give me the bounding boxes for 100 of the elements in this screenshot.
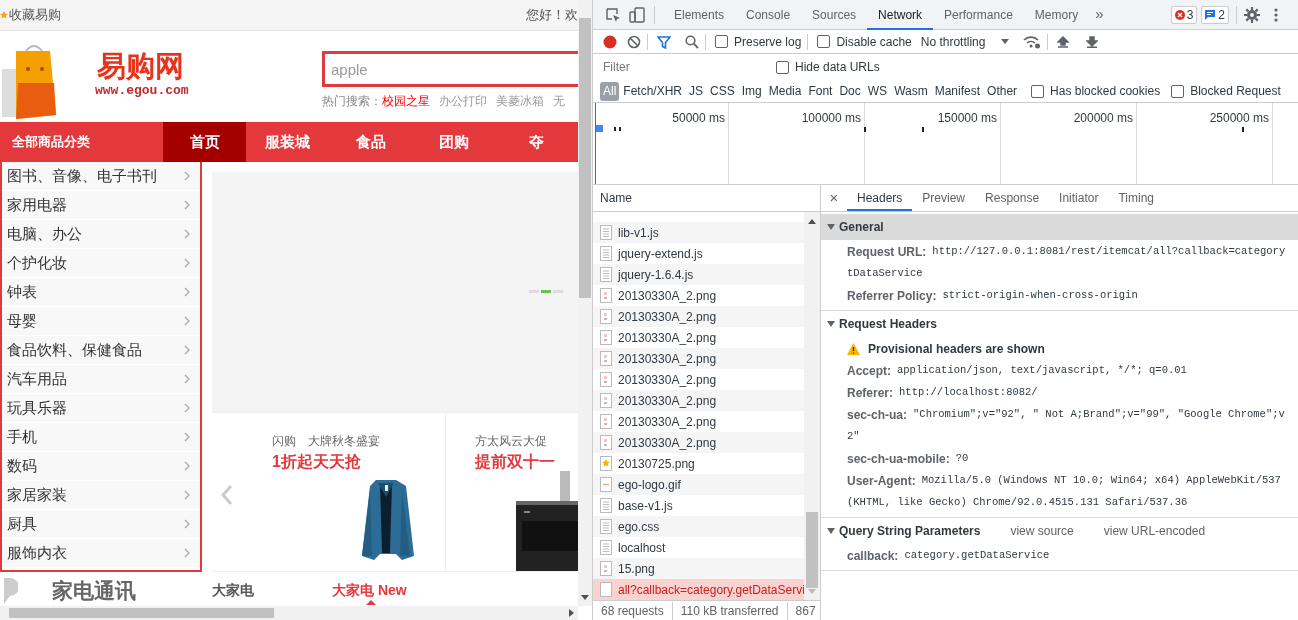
section-title[interactable]: General (839, 218, 884, 236)
request-row[interactable]: 20130330A_2.png (593, 432, 804, 453)
messages-badge[interactable]: 2 (1201, 5, 1229, 24)
floor-tab[interactable]: 大家电 New (332, 580, 407, 601)
devtools-tab[interactable]: Memory (1023, 0, 1090, 30)
section-title[interactable]: Request Headers (839, 315, 938, 333)
devtools-tab[interactable]: Sources (801, 0, 868, 30)
category-item[interactable]: 玩具乐器 (2, 394, 200, 423)
favorite-link[interactable]: 收藏易购 (9, 5, 61, 25)
category-item[interactable]: 数码 (2, 452, 200, 481)
nav-link[interactable]: 团购 (412, 122, 495, 162)
type-filter-button[interactable]: Other (984, 81, 1021, 101)
dropdown-caret-icon (1001, 39, 1010, 44)
column-header[interactable]: Name (593, 185, 820, 212)
category-item[interactable]: 钟表 (2, 278, 200, 307)
section-title[interactable]: Query String Parameters (839, 522, 981, 540)
type-filter-button[interactable]: Img (738, 81, 765, 101)
network-conditions-icon[interactable] (1023, 34, 1042, 49)
category-item[interactable]: 服饰内衣 (2, 539, 200, 568)
devtools-tab[interactable]: Console (735, 0, 802, 30)
category-item[interactable]: 图书、音像、电子书刊 (2, 162, 200, 191)
request-row[interactable]: ego-logo.gif (593, 474, 804, 495)
checkbox[interactable] (776, 60, 789, 74)
device-toolbar-icon[interactable] (629, 6, 645, 23)
throttling-select[interactable]: No throttling (920, 32, 1010, 51)
request-row[interactable]: 20130330A_2.png (593, 390, 804, 411)
type-filter-button[interactable]: JS (686, 81, 707, 101)
errors-badge[interactable]: 3 (1170, 5, 1198, 24)
request-row[interactable]: jquery-1.6.4.js (593, 264, 804, 285)
blank-file-icon (600, 582, 612, 597)
details-tab[interactable]: Timing (1108, 185, 1164, 211)
clear-icon[interactable] (627, 34, 641, 49)
promo-card[interactable]: 闪购 大牌秋冬盛宴 1折起天天抢 (212, 412, 446, 572)
header-name: sec-ch-ua: (847, 407, 908, 424)
type-filter-button[interactable]: Wasm (891, 81, 931, 101)
scrollbar-thumb[interactable] (9, 608, 274, 618)
disclosure-triangle-icon[interactable] (827, 527, 835, 535)
devtools-tab[interactable]: Performance (933, 0, 1024, 30)
nav-link[interactable]: 服装城 (246, 122, 329, 162)
record-button[interactable] (603, 34, 617, 49)
filter-icon[interactable] (657, 34, 671, 49)
type-filter-button[interactable]: Doc (836, 81, 864, 101)
category-item[interactable]: 家居家装 (2, 481, 200, 510)
request-row[interactable]: lib-v1.js (593, 222, 804, 243)
type-filter-button[interactable]: WS (864, 81, 891, 101)
search-icon[interactable] (685, 34, 699, 49)
type-filter-button[interactable]: CSS (707, 81, 738, 101)
devtools-tab[interactable]: Network (867, 0, 934, 30)
horizontal-scrollbar[interactable] (0, 606, 578, 620)
scrollbar-thumb[interactable] (806, 512, 818, 588)
download-icon[interactable] (1086, 35, 1099, 48)
category-item[interactable]: 个护化妆 (2, 249, 200, 278)
header-view-link[interactable]: view URL-encoded (1103, 522, 1206, 540)
type-filter-button[interactable]: Manifest (931, 81, 984, 101)
scroll-right-icon[interactable] (569, 609, 574, 617)
type-filter-button[interactable]: Font (805, 81, 836, 101)
checkbox[interactable] (1171, 84, 1185, 98)
list-scrollbar[interactable] (804, 212, 820, 600)
nav-link[interactable]: 首页 (163, 122, 246, 162)
category-item[interactable]: 食品饮料、保健食品 (2, 336, 200, 365)
floor-tab[interactable]: 大家电 (212, 580, 254, 601)
request-row[interactable]: 20130330A_2.png (593, 306, 804, 327)
header-view-link[interactable]: view source (1010, 522, 1074, 540)
category-item[interactable]: 母婴 (2, 307, 200, 336)
category-item[interactable]: 电脑、办公 (2, 220, 200, 249)
nav-link[interactable]: 夺 (495, 122, 578, 162)
request-row[interactable]: 20130330A_2.png (593, 348, 804, 369)
more-options-icon[interactable] (1274, 7, 1278, 22)
details-tab[interactable]: Response (975, 185, 1050, 211)
checkbox[interactable] (715, 35, 728, 48)
inspect-icon[interactable] (605, 6, 621, 23)
scroll-up-icon[interactable] (808, 219, 816, 224)
image-file-icon (600, 414, 612, 429)
settings-icon[interactable] (1244, 6, 1260, 23)
category-item[interactable]: 汽车用品 (2, 365, 200, 394)
upload-icon[interactable] (1057, 35, 1070, 48)
request-row[interactable]: ego.css (593, 516, 804, 537)
close-button[interactable]: × (827, 185, 841, 211)
type-filter-button[interactable]: Fetch/XHR (620, 81, 686, 101)
details-tab[interactable]: Headers (847, 185, 913, 211)
disclosure-triangle-icon[interactable] (827, 223, 835, 231)
category-item[interactable]: 厨具 (2, 510, 200, 539)
details-tab[interactable]: Initiator (1049, 185, 1109, 211)
promo-card[interactable]: 方太风云大促 提前双十一 (446, 412, 578, 572)
checkbox[interactable] (1031, 84, 1045, 98)
scroll-down-icon[interactable] (581, 595, 589, 600)
category-item[interactable]: 手机 (2, 423, 200, 452)
more-tabs-button[interactable]: » (1089, 3, 1110, 26)
disclosure-triangle-icon[interactable] (827, 320, 835, 328)
details-tab[interactable]: Preview (912, 185, 976, 211)
nav-link[interactable]: 食品 (329, 122, 412, 162)
vertical-scrollbar[interactable] (578, 0, 592, 606)
scrollbar-thumb[interactable] (579, 18, 591, 298)
type-filter-button[interactable]: Media (765, 81, 805, 101)
category-item[interactable]: 家用电器 (2, 191, 200, 220)
request-row[interactable]: 15.png (593, 558, 804, 579)
request-row[interactable]: all?callback=category.getDataServi (593, 579, 804, 600)
hot-search-link[interactable]: 校园之星 (382, 92, 430, 110)
checkbox[interactable] (817, 35, 831, 48)
devtools-tab[interactable]: Elements (663, 0, 736, 30)
